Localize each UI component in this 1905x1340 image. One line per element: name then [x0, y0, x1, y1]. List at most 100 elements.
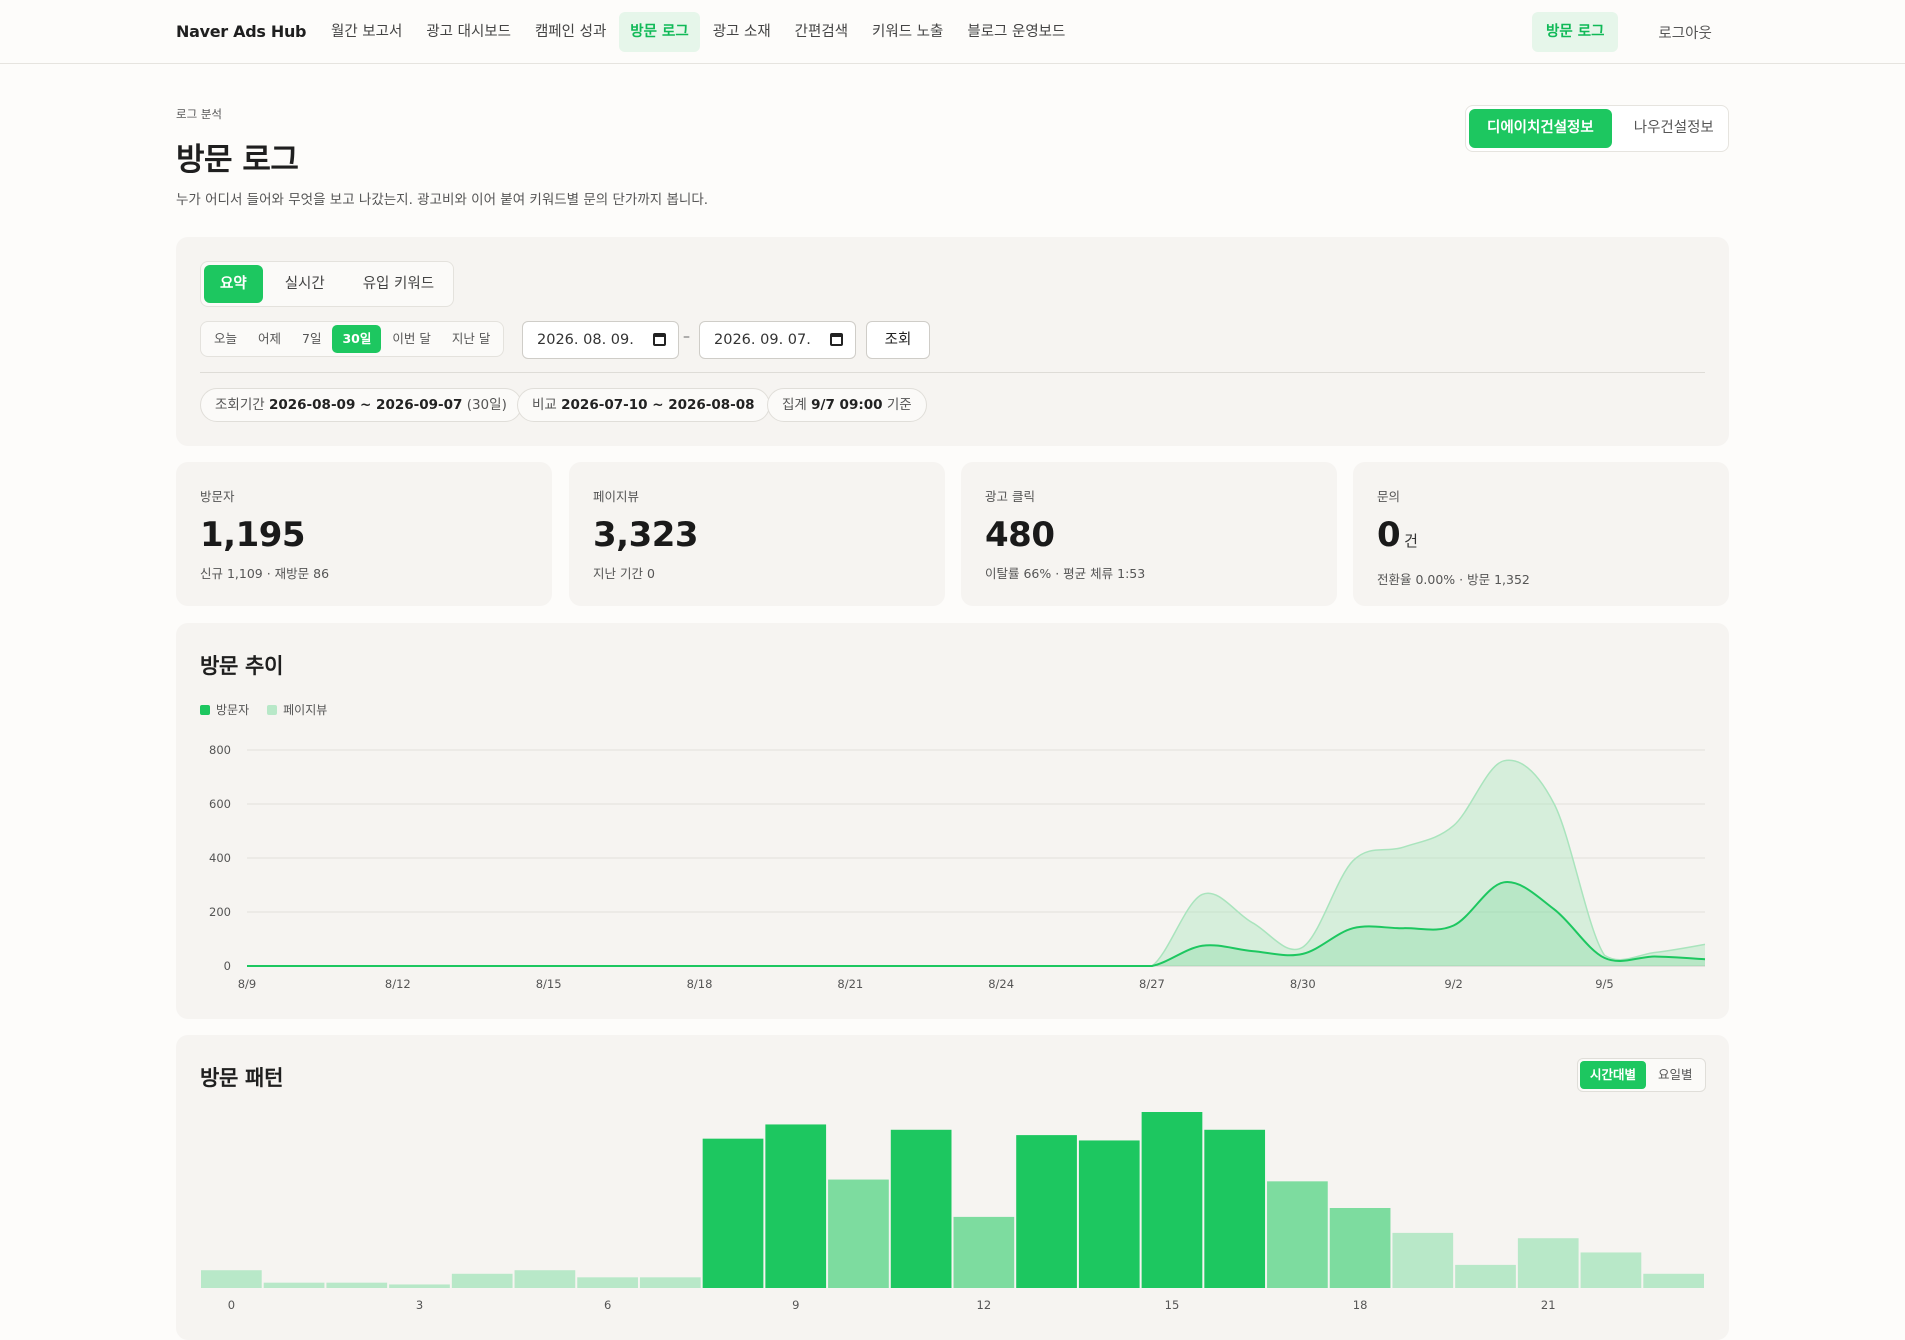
period-pill: 조회기간 2026-08-09 ~ 2026-09-07 (30일)	[200, 388, 522, 422]
nav-item-3[interactable]: 방문 로그	[619, 12, 700, 52]
kpi-sub: 지난 기간 0	[593, 566, 655, 581]
range-preset-4[interactable]: 이번 달	[382, 325, 440, 353]
nav-right: 방문 로그 로그아웃	[1532, 12, 1724, 52]
account-tab-1[interactable]: 나우건설정보	[1616, 109, 1732, 148]
bar-hour-0	[201, 1270, 262, 1288]
logout-button[interactable]: 로그아웃	[1646, 22, 1723, 43]
compare-label: 비교	[532, 397, 557, 413]
nav-item-1[interactable]: 광고 대시보드	[415, 12, 522, 52]
nav-visit-log-button[interactable]: 방문 로그	[1532, 12, 1619, 52]
page-subtitle: 누가 어디서 들어와 무엇을 보고 나갔는지. 광고비와 이어 붙여 키워드별 …	[176, 192, 709, 208]
view-tab-1[interactable]: 실시간	[269, 265, 341, 303]
bar-hour-23	[1643, 1273, 1704, 1288]
nav-item-6[interactable]: 키워드 노출	[861, 12, 954, 52]
nav-item-5[interactable]: 간편검색	[784, 12, 859, 52]
x-tick-label: 8/27	[1139, 977, 1165, 991]
kpi-value-number: 1,195	[200, 515, 306, 555]
y-tick-label: 0	[224, 959, 231, 973]
kpi-card: 문의 0 건전환율 0.00% · 방문 1,352	[1353, 462, 1729, 606]
bar-hour-16	[1204, 1129, 1266, 1288]
date-from-input[interactable]: 2026. 08. 09.	[522, 321, 679, 359]
bar-hour-9	[765, 1124, 827, 1288]
range-preset-1[interactable]: 어제	[248, 325, 291, 353]
nav-item-2[interactable]: 캠페인 성과	[524, 12, 617, 52]
x-tick-label: 8/30	[1290, 977, 1316, 991]
aggregation-label: 집계	[782, 397, 807, 413]
kpi-value: 3,323	[593, 515, 921, 555]
calendar-icon[interactable]	[653, 333, 666, 346]
date-from-value: 2026. 08. 09.	[537, 332, 634, 348]
y-tick-label: 600	[209, 797, 231, 811]
x-tick-label: 3	[416, 1298, 423, 1312]
calendar-icon[interactable]	[830, 333, 843, 346]
bar-hour-22	[1580, 1252, 1642, 1288]
pattern-chart: 0 3 6 9 12 15 18 21	[201, 1112, 1704, 1312]
kpi-label: 문의	[1377, 489, 1401, 504]
x-tick-label: 8/18	[687, 977, 713, 991]
period-label: 조회기간	[215, 397, 265, 413]
compare-pill: 비교 2026-07-10 ~ 2026-08-08	[517, 388, 770, 422]
trend-chart: 0 200 400 600 800 8/9 8/12 8/15 8/18 8/21 8/24 8/27…	[209, 743, 1706, 991]
trend-panel: 방문 추이 방문자 페이지뷰 0 200 400 600 800 8/9 8/12 8/15 8…	[176, 623, 1729, 1019]
aggregation-value: 9/7 09:00	[811, 397, 883, 413]
nav-item-4[interactable]: 광고 소재	[702, 12, 782, 52]
query-button[interactable]: 조회	[866, 321, 930, 359]
view-tab-0[interactable]: 요약	[204, 265, 263, 303]
date-separator: –	[683, 329, 690, 345]
view-tab-2[interactable]: 유입 키워드	[347, 265, 450, 303]
x-tick-label: 12	[977, 1298, 992, 1312]
date-to-input[interactable]: 2026. 09. 07.	[699, 321, 856, 359]
period-days: (30일)	[466, 397, 507, 413]
bar-hour-12	[953, 1216, 1015, 1288]
bar-hour-2	[326, 1282, 388, 1288]
kpi-sub: 신규 1,109 · 재방문 86	[200, 566, 330, 581]
kpi-sub: 전환율 0.00% · 방문 1,352	[1377, 572, 1530, 587]
y-tick-label: 400	[209, 851, 231, 865]
bar-hour-5	[514, 1270, 576, 1288]
x-tick-label: 0	[228, 1298, 235, 1312]
kpi-label: 광고 클릭	[985, 489, 1035, 504]
kpi-sub: 이탈률 66% · 평균 체류 1:53	[985, 566, 1146, 581]
bar-hour-13	[1016, 1135, 1077, 1288]
bar-hour-1	[263, 1282, 325, 1288]
kpi-value-number: 0	[1377, 515, 1401, 555]
bar-hour-14	[1078, 1140, 1140, 1288]
x-tick-label: 15	[1165, 1298, 1180, 1312]
bar-hour-11	[890, 1129, 952, 1288]
aggregation-suffix: 기준	[886, 397, 912, 413]
range-preset-5[interactable]: 지난 달	[442, 325, 500, 353]
bar-hour-19	[1392, 1232, 1454, 1288]
x-tick-label: 8/21	[837, 977, 863, 991]
account-tab-0[interactable]: 디에이치건설정보	[1469, 109, 1612, 148]
x-tick-label: 8/12	[385, 977, 411, 991]
x-tick-label: 8/9	[238, 977, 257, 991]
y-tick-label: 200	[209, 905, 231, 919]
bar-hour-10	[828, 1179, 889, 1288]
range-preset-3[interactable]: 30일	[332, 325, 382, 353]
filter-panel: 요약 실시간 유입 키워드 오늘 어제 7일 30일 이번 달 지난 달 2026. 08. …	[176, 237, 1729, 446]
kpi-value-number: 3,323	[593, 515, 699, 555]
nav-menu: 월간 보고서 광고 대시보드 캠페인 성과 방문 로그 광고 소재 간편검색 키워드 노출 블…	[320, 12, 1076, 52]
range-preset-0[interactable]: 오늘	[204, 325, 247, 353]
kpi-value-unit: 건	[1404, 532, 1418, 550]
brand-logo[interactable]: Naver Ads Hub	[176, 22, 307, 41]
x-tick-label: 6	[604, 1298, 611, 1312]
date-to-value: 2026. 09. 07.	[714, 332, 811, 348]
account-switcher: 디에이치건설정보 나우건설정보	[1465, 105, 1729, 152]
pattern-panel: 방문 패턴 시간대별 요일별 0 3 6 9 12 15 18 21	[176, 1035, 1729, 1340]
x-tick-label: 9	[792, 1298, 799, 1312]
x-tick-label: 9/5	[1595, 977, 1614, 991]
view-tabs: 요약 실시간 유입 키워드	[200, 261, 455, 307]
bar-hour-8	[702, 1138, 764, 1288]
bar-hour-4	[451, 1273, 513, 1288]
bar-hour-21	[1517, 1238, 1579, 1288]
nav-item-7[interactable]: 블로그 운영보드	[956, 12, 1076, 52]
bar-hour-17	[1267, 1181, 1328, 1288]
bar-hour-3	[389, 1284, 450, 1288]
nav-item-0[interactable]: 월간 보고서	[320, 12, 413, 52]
kpi-card: 광고 클릭 480 이탈률 66% · 평균 체류 1:53	[961, 462, 1337, 606]
bar-hour-6	[577, 1277, 638, 1288]
bar-hour-20	[1455, 1264, 1516, 1288]
filter-divider	[200, 372, 1705, 373]
range-preset-2[interactable]: 7일	[292, 325, 331, 353]
